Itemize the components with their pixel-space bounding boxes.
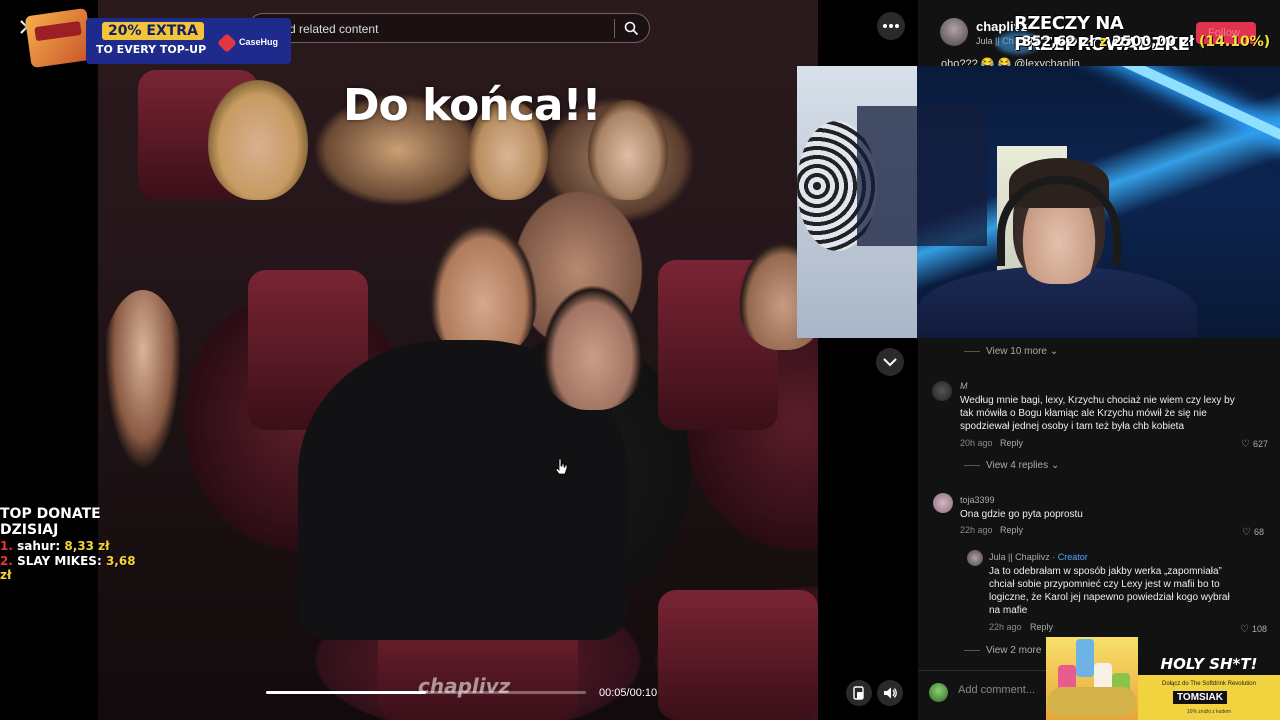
comment-author[interactable]: toja3399 <box>960 495 995 505</box>
streamer-webcam <box>797 66 1280 338</box>
goal-progress: 352,62 zł z 2500,00 zł (14.10%) <box>1022 34 1270 50</box>
view-more-label: View 4 replies <box>986 460 1049 471</box>
heart-icon: ♡ <box>1240 624 1249 635</box>
screen-icon <box>853 686 864 700</box>
comment-time: 20h ago <box>960 438 993 448</box>
ad-title: HOLY SH*T! <box>1138 653 1280 675</box>
heart-icon: ♡ <box>1241 439 1250 450</box>
donation-goal: RZECZY NA PRZEPROWADZKE 352,62 zł z 2500… <box>996 10 1280 60</box>
more-icon <box>889 24 893 28</box>
video-progress-fill <box>266 691 426 694</box>
comment-author[interactable]: M <box>960 381 968 391</box>
audience-person <box>208 80 308 200</box>
comment-input[interactable]: Add comment... <box>958 684 1035 696</box>
audience-person <box>428 220 538 360</box>
view-more-replies[interactable]: View 4 replies ⌄ <box>964 460 1059 471</box>
heart-icon: ♡ <box>1242 527 1251 538</box>
creator-badge: · Creator <box>1052 552 1088 562</box>
donation-amount: 8,33 zł <box>64 539 110 553</box>
top-donations: TOP DONATE DZISIAJ 1. sahur: 8,33 zł 2. … <box>0 506 150 582</box>
like-count: 627 <box>1252 439 1268 449</box>
ad-products-image <box>1046 637 1138 720</box>
video-stage: Do końca!! chaplivz 00:05/00:10 <box>0 0 818 720</box>
goal-current: 352,62 zł <box>1022 34 1095 50</box>
avatar <box>929 683 948 702</box>
like-count: 108 <box>1251 624 1267 634</box>
snack-icon <box>1048 687 1136 717</box>
ad-brand: CaseHug <box>239 37 279 47</box>
donation-entry: 1. sahur: 8,33 zł <box>0 539 150 553</box>
more-icon <box>895 24 899 28</box>
reply-button[interactable]: Reply <box>1000 525 1023 535</box>
divider <box>964 350 980 352</box>
more-icon <box>883 24 887 28</box>
webcam-shelf <box>857 106 987 246</box>
avatar[interactable] <box>932 381 952 401</box>
more-options-button[interactable] <box>877 12 905 40</box>
ad-banner: HOLY SH*T! Dołącz do The Softdrink Revol… <box>1138 653 1280 720</box>
casehug-ad: 20% EXTRA TO EVERY TOP-UP CaseHug <box>24 7 291 69</box>
volume-button[interactable] <box>877 680 903 706</box>
next-video-button[interactable] <box>876 348 904 376</box>
donation-rank: 1. <box>0 539 13 553</box>
avatar[interactable] <box>940 18 968 46</box>
divider <box>964 649 980 651</box>
volume-icon <box>884 687 897 699</box>
avatar[interactable] <box>967 550 983 566</box>
ad-tag: 20% EXTRA <box>102 22 204 40</box>
cinema-seat <box>658 590 818 720</box>
divider <box>964 464 980 466</box>
view-more-replies[interactable]: View 2 more ⌄ <box>964 645 1053 656</box>
view-more-label: View 10 more <box>986 346 1047 357</box>
casehug-logo-icon <box>217 33 237 53</box>
audience-person <box>538 280 648 410</box>
like-count: 68 <box>1253 527 1264 537</box>
goal-separator: z <box>1099 34 1108 50</box>
comment-time: 22h ago <box>960 525 993 535</box>
ad-subtitle: TO EVERY TOP-UP <box>96 43 207 56</box>
ad-fineprint: 10% zniżki z kodem <box>1186 709 1232 715</box>
view-more-replies[interactable]: View 10 more ⌄ <box>964 346 1058 357</box>
video-progress-bar[interactable] <box>266 691 586 694</box>
screen-button[interactable] <box>846 680 872 706</box>
comment-text: Według mnie bagi, lexy, Krzychu chociaż … <box>960 395 1235 432</box>
cursor-icon <box>556 458 568 475</box>
audience-person <box>98 290 188 490</box>
reply-button[interactable]: Reply <box>1000 438 1023 448</box>
holy-ad: HOLY SH*T! Dołącz do The Softdrink Revol… <box>1046 637 1280 720</box>
webcam-led-light <box>1076 66 1280 147</box>
donation-name: SLAY MIKES: <box>17 554 102 568</box>
search-input[interactable]: d related content <box>248 13 650 43</box>
donation-name: sahur: <box>17 539 61 553</box>
like-button[interactable]: ♡ 108 <box>1240 624 1267 635</box>
donations-title: TOP DONATE DZISIAJ <box>0 506 101 538</box>
video-caption: Do końca!! <box>343 80 602 131</box>
view-more-label: View 2 more <box>986 645 1042 656</box>
can-icon <box>1076 639 1094 677</box>
comment-time: 22h ago <box>989 622 1022 632</box>
goal-target: 2500,00 zł <box>1112 34 1195 50</box>
avatar[interactable] <box>933 493 953 513</box>
video-time: 00:05/00:10 <box>599 687 658 699</box>
search-divider <box>614 19 615 38</box>
donation-rank: 2. <box>0 554 13 568</box>
video-watermark: chaplivz <box>418 674 511 698</box>
ad-brand: TOMSIAK <box>1173 691 1227 704</box>
like-button[interactable]: ♡ 627 <box>1241 439 1268 450</box>
comment-text: Ona gdzie go pyta poprostu <box>960 509 1083 520</box>
chevron-down-icon <box>883 358 897 367</box>
search-icon[interactable] <box>624 21 639 36</box>
comment-text: Ja to odebrałam w sposób jakby werka „za… <box>989 566 1230 616</box>
comment-author[interactable]: Jula || Chaplivz · Creator <box>989 552 1088 562</box>
reply-button[interactable]: Reply <box>1030 622 1053 632</box>
goal-percent: (14.10%) <box>1199 34 1271 50</box>
ad-box-image <box>24 7 94 69</box>
search-placeholder: d related content <box>289 22 379 36</box>
author-name: Jula || Chaplivz <box>989 552 1050 562</box>
ad-panel: 20% EXTRA TO EVERY TOP-UP CaseHug <box>86 18 291 64</box>
like-button[interactable]: ♡ 68 <box>1242 527 1264 538</box>
donation-entry: 2. SLAY MIKES: 3,68 zł <box>0 554 150 582</box>
ad-subtitle: Dołącz do The Softdrink Revolution <box>1162 681 1256 687</box>
